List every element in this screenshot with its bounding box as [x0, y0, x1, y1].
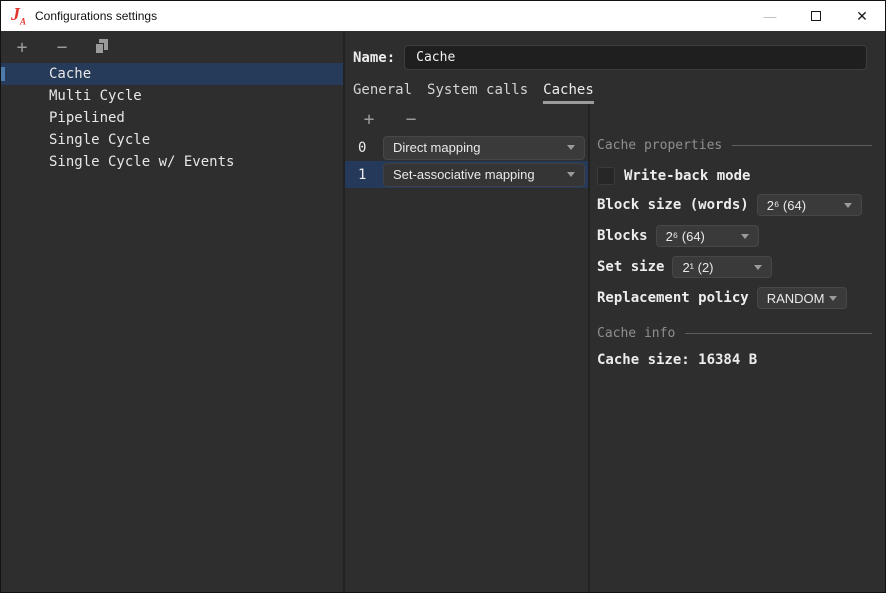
selected-value: RANDOM [767, 291, 825, 306]
configuration-list: Cache Multi Cycle Pipelined Single Cycle… [1, 63, 343, 592]
cache-list-toolbar: + − [345, 104, 588, 134]
cache-mapping-select-1[interactable]: Set-associative mapping [383, 163, 585, 187]
sidebar-item-label: Single Cycle w/ Events [49, 154, 234, 170]
section-divider [732, 145, 872, 146]
app-body: + − Cache Multi Cycle Pipelined Single C… [1, 31, 885, 592]
sidebar-item-label: Multi Cycle [49, 88, 142, 104]
main-panel: Name: General System calls Caches + − 0 [345, 31, 885, 592]
chevron-down-icon [567, 172, 575, 177]
selected-value: 2¹ (2) [682, 260, 713, 275]
sidebar-toolbar: + − [1, 31, 343, 63]
section-divider [685, 333, 872, 334]
sidebar-item-single-cycle[interactable]: Single Cycle [1, 129, 343, 151]
sidebar-item-label: Single Cycle [49, 132, 150, 148]
add-cache-button[interactable]: + [358, 108, 380, 130]
cache-row-index: 1 [358, 167, 383, 183]
blocks-select[interactable]: 2⁶ (64) [656, 225, 759, 247]
tab-caches[interactable]: Caches [543, 82, 594, 104]
cache-row-0[interactable]: 0 Direct mapping [345, 134, 588, 161]
configurations-settings-window: JA Configurations settings — ✕ + − Cache… [0, 0, 886, 593]
block-size-select[interactable]: 2⁶ (64) [757, 194, 862, 216]
name-input[interactable] [404, 45, 867, 70]
minimize-button[interactable]: — [747, 1, 793, 31]
replacement-policy-label: Replacement policy [597, 290, 749, 306]
set-size-select[interactable]: 2¹ (2) [672, 256, 772, 278]
sidebar-item-multi-cycle[interactable]: Multi Cycle [1, 85, 343, 107]
maximize-button[interactable] [793, 1, 839, 31]
selected-value: Direct mapping [393, 140, 480, 155]
section-title: Cache properties [597, 138, 722, 153]
tab-general[interactable]: General [353, 82, 412, 104]
caches-tab-content: + − 0 Direct mapping 1 Set-associative [345, 104, 885, 592]
set-size-row: Set size 2¹ (2) [597, 256, 872, 278]
plus-icon: + [17, 37, 28, 58]
copy-icon [95, 39, 109, 55]
maximize-icon [811, 11, 821, 21]
cache-mapping-select-0[interactable]: Direct mapping [383, 136, 585, 160]
app-logo-icon: JA [11, 5, 26, 27]
window-controls: — ✕ [747, 1, 885, 31]
cache-info-header: Cache info [597, 325, 872, 341]
minus-icon: − [57, 37, 68, 58]
sidebar-item-pipelined[interactable]: Pipelined [1, 107, 343, 129]
minus-icon: − [406, 109, 417, 130]
chevron-down-icon [754, 265, 762, 270]
tab-bar: General System calls Caches [353, 82, 885, 104]
chevron-down-icon [829, 296, 837, 301]
blocks-label: Blocks [597, 228, 648, 244]
selection-accent [1, 67, 5, 81]
remove-cache-button[interactable]: − [400, 108, 422, 130]
block-size-row: Block size (words) 2⁶ (64) [597, 194, 872, 216]
cache-row-1[interactable]: 1 Set-associative mapping [345, 161, 588, 188]
plus-icon: + [364, 109, 375, 130]
cache-properties-panel: Cache properties Write-back mode Block s… [590, 104, 885, 592]
replacement-policy-row: Replacement policy RANDOM [597, 287, 872, 309]
close-icon: ✕ [856, 8, 868, 25]
add-configuration-button[interactable]: + [11, 36, 33, 58]
chevron-down-icon [741, 234, 749, 239]
sidebar-item-label: Pipelined [49, 110, 125, 126]
name-label: Name: [353, 50, 395, 66]
chevron-down-icon [844, 203, 852, 208]
titlebar: JA Configurations settings — ✕ [1, 1, 885, 31]
write-back-checkbox[interactable] [597, 167, 615, 185]
write-back-label: Write-back mode [624, 168, 750, 184]
set-size-label: Set size [597, 259, 664, 275]
minimize-icon: — [764, 9, 777, 24]
replacement-policy-select[interactable]: RANDOM [757, 287, 847, 309]
sidebar-item-cache[interactable]: Cache [1, 63, 343, 85]
section-title: Cache info [597, 326, 675, 341]
sidebar-item-single-cycle-events[interactable]: Single Cycle w/ Events [1, 151, 343, 173]
close-button[interactable]: ✕ [839, 1, 885, 31]
selected-value: Set-associative mapping [393, 167, 535, 182]
cache-size-info: Cache size: 16384 B [597, 352, 872, 368]
tab-system-calls[interactable]: System calls [427, 82, 528, 104]
write-back-row: Write-back mode [597, 167, 872, 185]
blocks-row: Blocks 2⁶ (64) [597, 225, 872, 247]
cache-row-index: 0 [358, 140, 383, 156]
cache-properties-header: Cache properties [597, 137, 872, 153]
configurations-sidebar: + − Cache Multi Cycle Pipelined Single C… [1, 31, 345, 592]
remove-configuration-button[interactable]: − [51, 36, 73, 58]
selected-value: 2⁶ (64) [666, 229, 705, 244]
selected-value: 2⁶ (64) [767, 198, 806, 213]
block-size-label: Block size (words) [597, 197, 749, 213]
cache-list-panel: + − 0 Direct mapping 1 Set-associative [345, 104, 590, 592]
window-title: Configurations settings [35, 9, 157, 23]
chevron-down-icon [567, 145, 575, 150]
duplicate-configuration-button[interactable] [91, 36, 113, 58]
name-row: Name: [353, 45, 867, 70]
sidebar-item-label: Cache [49, 66, 91, 82]
